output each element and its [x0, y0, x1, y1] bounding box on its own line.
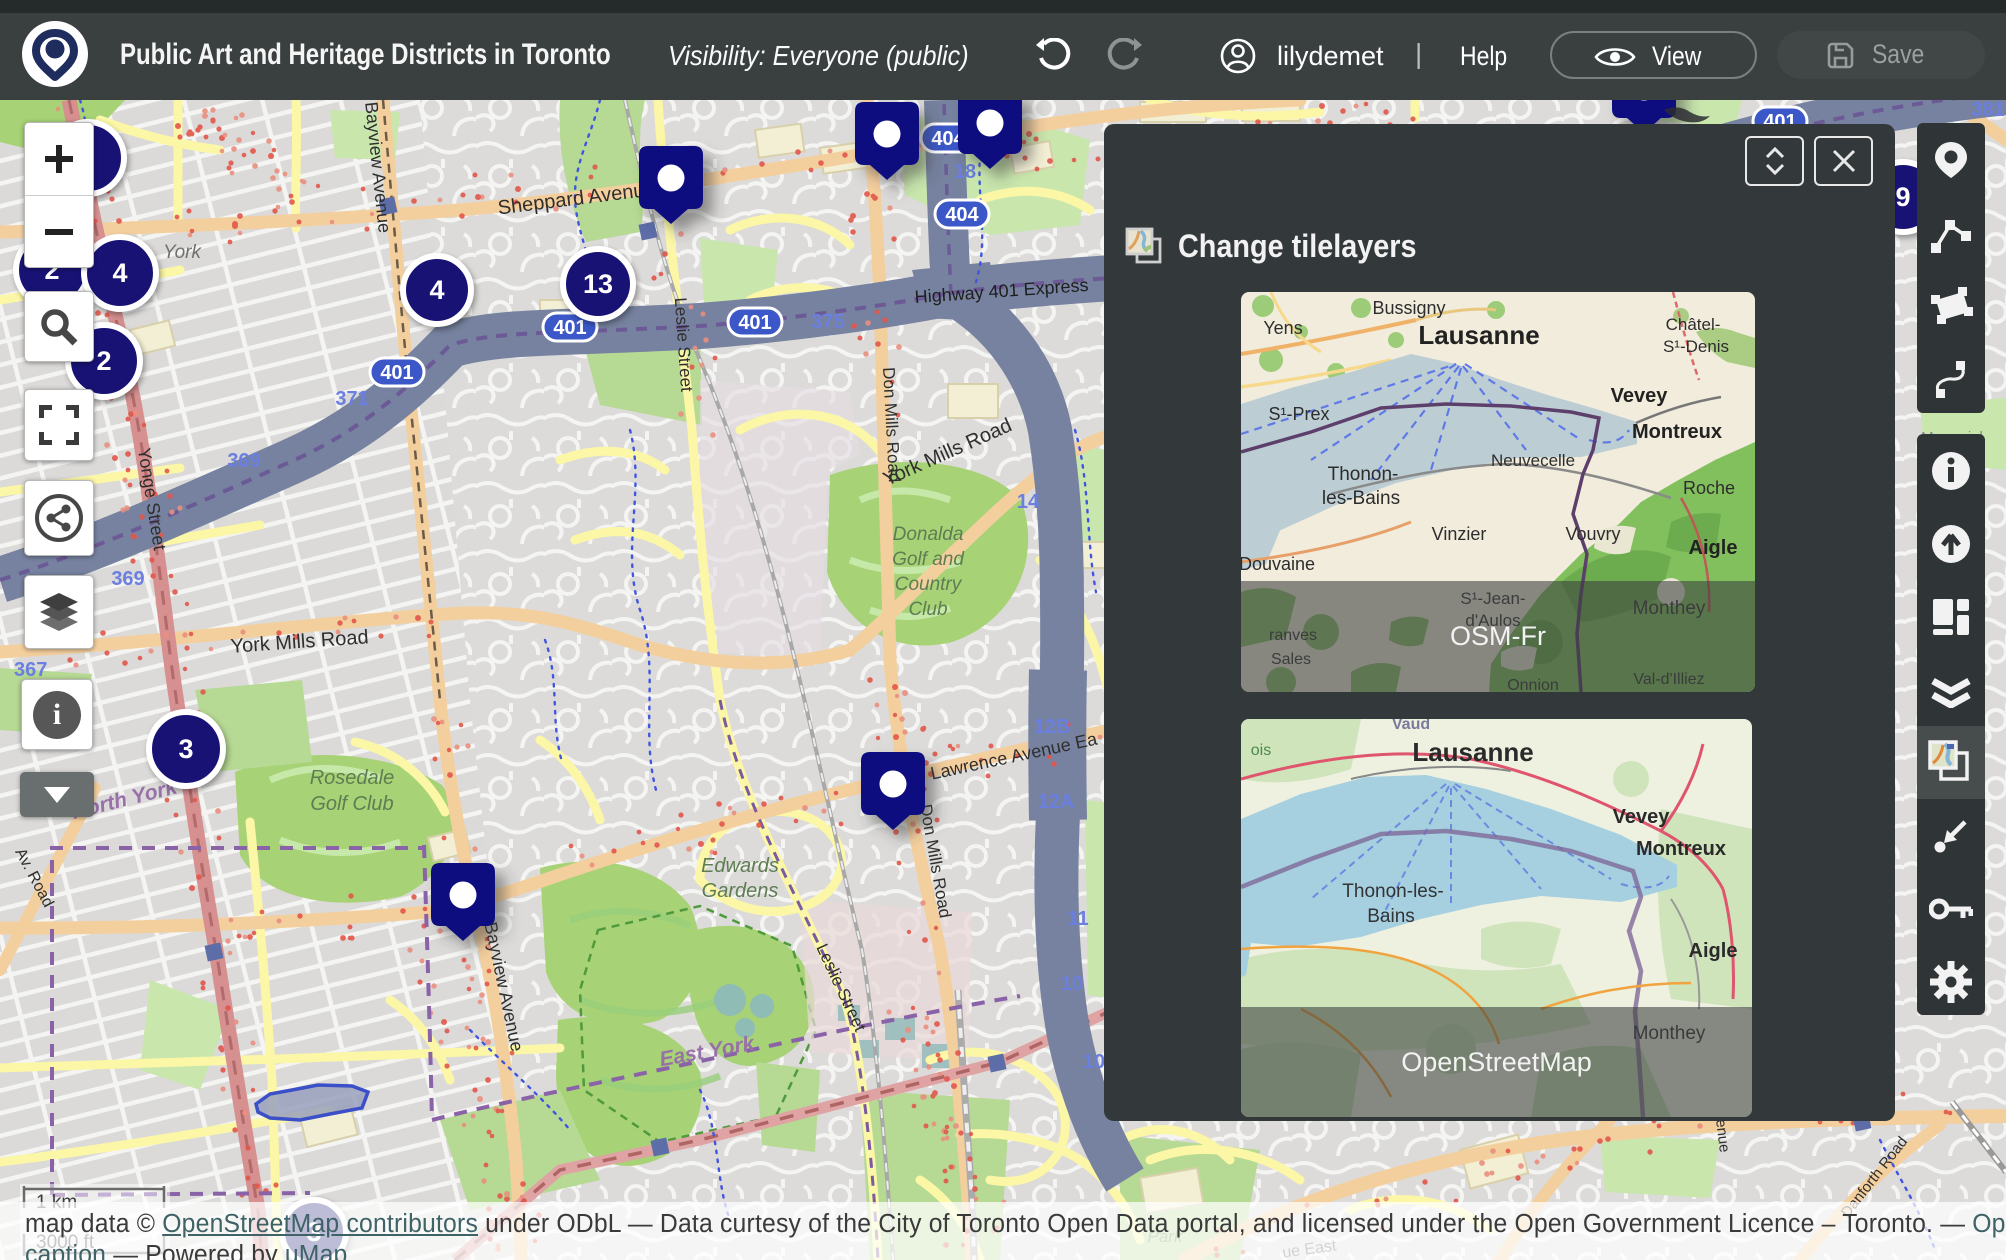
svg-text:Vaud: Vaud	[1392, 719, 1430, 733]
svg-text:367: 367	[14, 659, 47, 681]
svg-text:Montreux: Montreux	[1632, 421, 1722, 443]
svg-text:Vevey: Vevey	[1613, 806, 1671, 828]
svg-text:Aigle: Aigle	[1689, 537, 1738, 559]
svg-text:Vevey: Vevey	[1611, 385, 1669, 407]
svg-text:Bussigny: Bussigny	[1372, 298, 1445, 318]
svg-text:Neuvecelle: Neuvecelle	[1491, 451, 1575, 470]
svg-text:Thonon-: Thonon-	[1328, 464, 1399, 485]
svg-text:10: 10	[1061, 973, 1083, 995]
svg-text:11: 11	[1067, 908, 1088, 930]
svg-text:381: 381	[1971, 99, 2004, 121]
svg-text:371: 371	[335, 388, 368, 410]
svg-text:Vouvry: Vouvry	[1565, 524, 1620, 544]
svg-text:Aigle: Aigle	[1689, 940, 1738, 962]
svg-text:S¹-Prex: S¹-Prex	[1268, 404, 1329, 424]
svg-text:369: 369	[227, 450, 260, 472]
svg-text:401: 401	[380, 362, 413, 384]
svg-text:Edwards: Edwards	[701, 855, 779, 877]
svg-text:Lausanne: Lausanne	[1412, 737, 1533, 767]
svg-text:Yens: Yens	[1263, 318, 1302, 338]
svg-text:375: 375	[811, 311, 844, 333]
svg-text:Montreux: Montreux	[1636, 838, 1726, 860]
svg-text:404: 404	[945, 204, 979, 226]
svg-text:401: 401	[553, 317, 586, 339]
svg-text:S¹-Denis: S¹-Denis	[1663, 337, 1729, 356]
svg-text:401: 401	[738, 312, 771, 334]
svg-text:Thonon-les-: Thonon-les-	[1342, 881, 1443, 902]
svg-text:Club: Club	[908, 599, 947, 620]
svg-text:Gardens: Gardens	[702, 880, 779, 902]
svg-text:10: 10	[1083, 1051, 1105, 1073]
svg-text:Rosedale: Rosedale	[310, 767, 395, 789]
svg-text:les-Bains: les-Bains	[1322, 488, 1400, 509]
svg-text:York: York	[163, 242, 203, 263]
svg-text:Bains: Bains	[1367, 906, 1415, 927]
svg-text:369: 369	[111, 568, 144, 590]
svg-text:ois: ois	[1251, 742, 1271, 759]
svg-text:Châtel-: Châtel-	[1666, 315, 1721, 334]
svg-text:Lausanne: Lausanne	[1418, 320, 1539, 350]
svg-text:18: 18	[954, 161, 976, 183]
svg-text:Roche: Roche	[1683, 478, 1735, 498]
svg-text:Vinzier: Vinzier	[1432, 524, 1487, 544]
svg-text:Country: Country	[895, 574, 963, 595]
svg-text:Douvaine: Douvaine	[1241, 554, 1315, 574]
svg-text:Golf Club: Golf Club	[310, 793, 393, 815]
svg-text:Golf and: Golf and	[892, 549, 965, 570]
svg-text:14: 14	[1017, 491, 1040, 513]
svg-text:Donalda: Donalda	[893, 524, 964, 545]
svg-text:12A: 12A	[1038, 791, 1075, 813]
